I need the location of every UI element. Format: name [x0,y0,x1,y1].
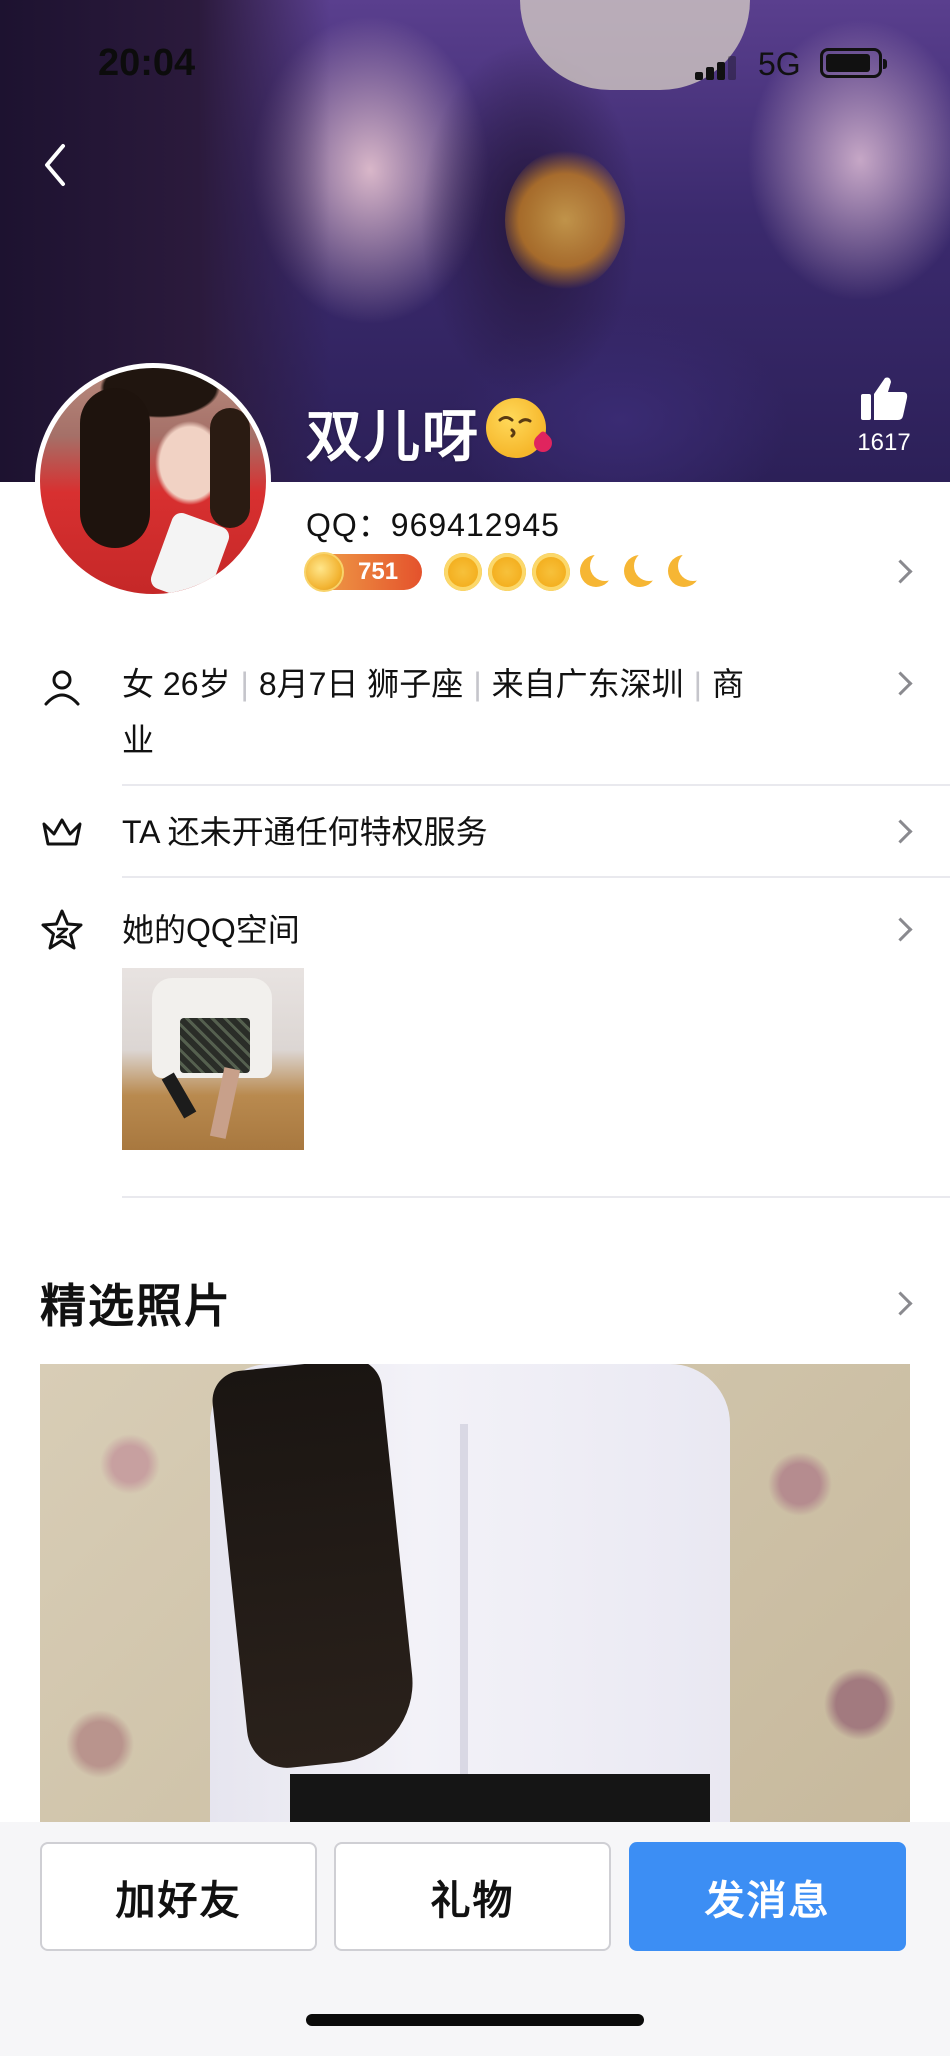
signal-icon [695,56,736,80]
thumbs-up-icon [861,377,908,420]
like-button[interactable]: 1617 [848,374,920,457]
qq-number: QQ：969412945 [306,507,560,543]
featured-photos-title: 精选照片 [40,1280,232,1332]
kiss-emoji-icon [486,398,556,458]
gift-button[interactable]: 礼物 [334,1842,611,1951]
moon-icon [620,551,664,591]
add-friend-button[interactable]: 加好友 [40,1842,317,1951]
divider [122,1196,950,1198]
profile-name: 双儿呀 [306,405,480,468]
star-icon [41,909,83,950]
level-row[interactable]: 751 [304,551,708,592]
moon-icon [576,551,620,591]
back-button[interactable] [30,130,80,200]
privilege-text: TA 还未开通任何特权服务 [122,814,488,850]
chevron-right-icon [888,912,912,948]
coin-icon [304,552,344,592]
likes-count: 1617 [857,429,911,456]
chevron-right-icon [888,666,912,702]
birthday: 8月7日 狮子座 [258,666,464,702]
sun-icon [488,553,526,591]
sun-icon [532,553,570,591]
chevron-left-icon [45,144,65,186]
basic-info-row[interactable]: 女 26岁 | 8月7日 狮子座 | 来自广东深圳 | 商业 [0,656,950,786]
chevron-right-icon[interactable] [888,1286,912,1322]
vip-level-badge: 751 [304,552,422,592]
chevron-right-icon[interactable] [888,554,912,590]
home-indicator [306,2014,644,2026]
qzone-row[interactable]: 她的QQ空间 [0,878,950,958]
status-bar: 20:04 5G [0,0,950,120]
cover-image-detail [505,150,625,290]
privilege-row[interactable]: TA 还未开通任何特权服务 [0,786,950,878]
battery-icon [820,48,887,78]
moon-icon [664,551,708,591]
level-icons [444,551,708,591]
occupation: 商 [711,666,744,702]
status-time: 20:04 [98,42,196,84]
occupation-cont: 业 [122,722,155,758]
avatar[interactable] [35,363,271,599]
location: 来自广东深圳 [491,666,684,702]
gender-age: 女 26岁 [122,666,231,702]
featured-photo[interactable] [40,1364,910,1826]
vip-level-number: 751 [358,558,399,585]
sun-icon [444,553,482,591]
basic-info-text: 女 26岁 | 8月7日 狮子座 | 来自广东深圳 | 商业 [122,666,744,758]
person-icon [44,670,80,706]
crown-icon [42,818,82,846]
network-type: 5G [758,46,801,82]
send-message-button[interactable]: 发消息 [629,1842,906,1951]
qzone-photo-thumbnail[interactable] [122,968,304,1150]
chevron-right-icon [888,814,912,850]
qzone-text: 她的QQ空间 [122,912,300,948]
